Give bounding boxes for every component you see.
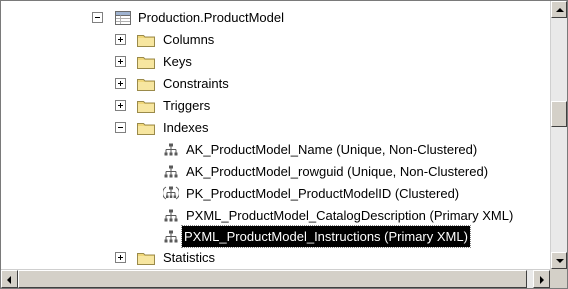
- tree-node-label: Constraints: [163, 76, 229, 91]
- scroll-right-button[interactable]: [533, 270, 550, 288]
- tree-node-keys[interactable]: Keys: [1, 51, 550, 72]
- folder-icon: [137, 76, 155, 97]
- expand-icon[interactable]: [115, 56, 126, 67]
- vertical-scroll-thumb[interactable]: [551, 101, 567, 127]
- scroll-up-button[interactable]: [551, 1, 567, 18]
- collapse-icon[interactable]: [92, 12, 103, 23]
- tree-node-label: PXML_ProductModel_Instructions (Primary …: [181, 225, 471, 248]
- tree-node-label: PXML_ProductModel_CatalogDescription (Pr…: [186, 208, 514, 223]
- tree-node-index[interactable]: PK_ProductModel_ProductModelID (Clustere…: [1, 183, 550, 204]
- tree-node-label: Statistics: [163, 250, 216, 265]
- expand-icon[interactable]: [115, 100, 126, 111]
- scrollbar-corner: [550, 269, 567, 288]
- expand-icon[interactable]: [115, 34, 126, 45]
- object-explorer-panel: Production.ProductModel Columns Keys Con…: [0, 0, 568, 289]
- tree-node-label: Indexes: [163, 120, 209, 135]
- folder-icon: [137, 120, 155, 141]
- vertical-scrollbar[interactable]: [550, 1, 567, 269]
- expand-icon[interactable]: [115, 78, 126, 89]
- horizontal-scrollbar[interactable]: [1, 269, 550, 288]
- tree-node-table[interactable]: Production.ProductModel: [1, 7, 550, 28]
- horizontal-scroll-thumb[interactable]: [18, 270, 527, 288]
- tree-node-label: Columns: [163, 32, 215, 47]
- folder-icon: [137, 54, 155, 75]
- arrow-down-icon: [556, 259, 564, 263]
- folder-icon: [137, 250, 155, 269]
- clustered-index-icon: [162, 185, 180, 207]
- tree-node-label: AK_ProductModel_rowguid (Unique, Non-Clu…: [186, 164, 489, 179]
- tree-node-statistics[interactable]: Statistics: [1, 247, 550, 268]
- tree-node-label: PK_ProductModel_ProductModelID (Clustere…: [186, 186, 460, 201]
- index-icon: [164, 142, 178, 163]
- scroll-left-button[interactable]: [1, 270, 18, 288]
- tree-node-label: AK_ProductModel_Name (Unique, Non-Cluste…: [186, 142, 478, 157]
- tree-node-indexes[interactable]: Indexes: [1, 117, 550, 138]
- collapse-icon[interactable]: [115, 122, 126, 133]
- object-explorer-tree: Production.ProductModel Columns Keys Con…: [1, 1, 550, 269]
- tree-node-label: Keys: [163, 54, 192, 69]
- arrow-right-icon: [540, 276, 544, 284]
- arrow-up-icon: [556, 8, 564, 12]
- tree-node-index[interactable]: PXML_ProductModel_CatalogDescription (Pr…: [1, 205, 550, 226]
- tree-node-index-selected[interactable]: PXML_ProductModel_Instructions (Primary …: [1, 225, 550, 248]
- scroll-down-button[interactable]: [551, 252, 567, 269]
- index-icon: [164, 164, 178, 185]
- tree-node-label: Triggers: [163, 98, 211, 113]
- tree-node-table-label: Production.ProductModel: [138, 10, 284, 25]
- tree-node-index[interactable]: AK_ProductModel_Name (Unique, Non-Cluste…: [1, 139, 550, 160]
- table-icon: [115, 10, 131, 31]
- folder-icon: [137, 32, 155, 53]
- arrow-left-icon: [7, 276, 11, 284]
- tree-node-index[interactable]: AK_ProductModel_rowguid (Unique, Non-Clu…: [1, 161, 550, 182]
- expand-icon[interactable]: [115, 252, 126, 263]
- tree-node-constraints[interactable]: Constraints: [1, 73, 550, 94]
- tree-node-columns[interactable]: Columns: [1, 29, 550, 50]
- folder-icon: [137, 98, 155, 119]
- tree-node-triggers[interactable]: Triggers: [1, 95, 550, 116]
